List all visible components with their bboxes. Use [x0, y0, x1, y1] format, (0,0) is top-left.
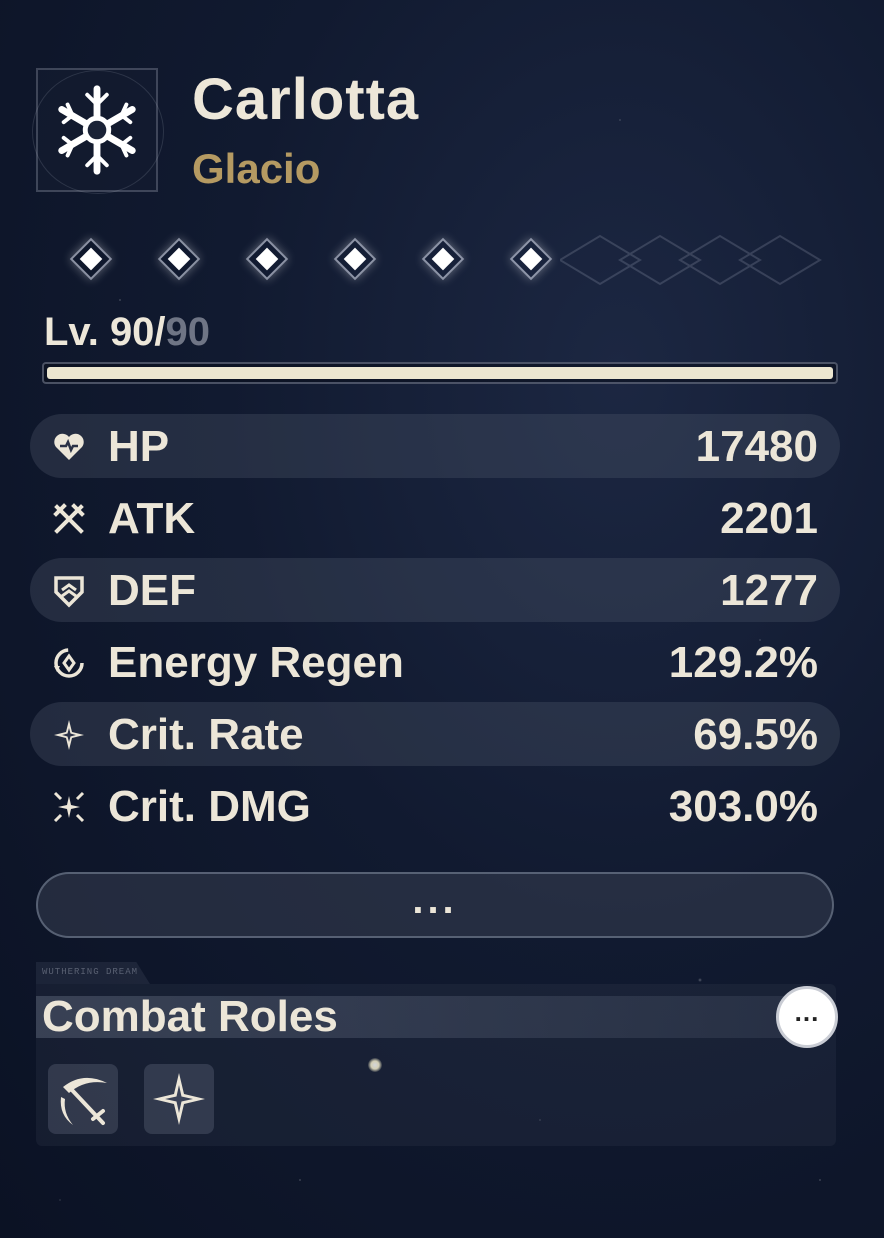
chain-node-1[interactable]	[69, 237, 113, 281]
stat-label: Energy Regen	[108, 638, 404, 687]
stat-row-crit-dmg: Crit. DMG 303.0%	[30, 774, 840, 838]
heart-icon	[54, 433, 84, 460]
chain-node-6[interactable]	[509, 237, 553, 281]
resonance-chain	[40, 228, 840, 292]
more-stats-button[interactable]: ...	[36, 872, 834, 938]
level-current: Lv. 90/	[44, 310, 166, 354]
level-progress-bar	[42, 362, 838, 384]
stat-value: 17480	[695, 422, 818, 471]
combat-roles-section: WUTHERING DREAM Combat Roles ...	[36, 962, 838, 1146]
character-name: Carlotta	[192, 67, 420, 132]
character-element: Glacio	[192, 145, 321, 192]
stat-label: Crit. Rate	[108, 710, 304, 759]
crossed-swords-icon	[53, 503, 85, 534]
role-slot-1[interactable]	[48, 1064, 118, 1134]
stat-value: 2201	[720, 494, 818, 543]
stat-label: Crit. DMG	[108, 782, 311, 831]
stat-label: ATK	[108, 494, 196, 543]
element-emblem	[32, 68, 164, 194]
stat-row-crit-rate: Crit. Rate 69.5%	[30, 702, 840, 766]
more-stats-label: ...	[412, 878, 458, 922]
chain-node-2[interactable]	[157, 237, 201, 281]
stat-row-hp: HP 17480	[30, 414, 840, 478]
chain-node-4[interactable]	[333, 237, 377, 281]
chain-node-3[interactable]	[245, 237, 289, 281]
four-point-star-icon	[153, 1073, 205, 1125]
chain-decoration	[560, 234, 822, 286]
stat-value: 129.2%	[668, 638, 818, 687]
stat-value: 69.5%	[693, 710, 818, 759]
combat-roles-title: Combat Roles	[42, 992, 338, 1041]
level-max: 90	[165, 310, 211, 354]
role-slot-2[interactable]	[144, 1064, 214, 1134]
burst-icon	[53, 791, 85, 823]
shield-icon	[54, 576, 84, 608]
level-text: Lv. 90/90	[44, 310, 210, 355]
stat-row-def: DEF 1277	[30, 558, 840, 622]
stat-value: 1277	[720, 566, 818, 615]
energy-regen-icon	[54, 648, 84, 678]
stat-value: 303.0%	[668, 782, 818, 831]
stat-label: DEF	[108, 566, 196, 615]
stat-label: HP	[108, 422, 170, 471]
combat-roles-info-button[interactable]: ...	[776, 986, 838, 1048]
star-icon	[54, 720, 84, 750]
scythe-slash-icon	[60, 1077, 107, 1125]
level-progress-fill	[47, 367, 833, 379]
chain-node-5[interactable]	[421, 237, 465, 281]
stat-row-atk: ATK 2201	[30, 486, 840, 550]
snowflake-icon	[58, 85, 136, 175]
info-button-label: ...	[794, 997, 820, 1027]
stat-row-energy-regen: Energy Regen 129.2%	[30, 630, 840, 694]
